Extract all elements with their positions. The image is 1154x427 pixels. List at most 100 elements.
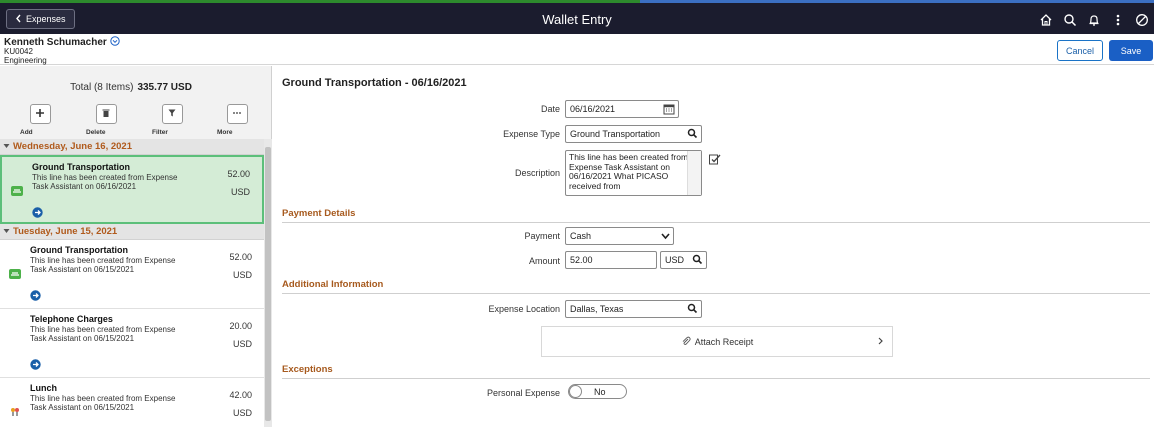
top-banner: Expenses Wallet Entry xyxy=(0,0,1154,34)
search-icon[interactable] xyxy=(1058,9,1082,31)
item-title: Telephone Charges xyxy=(30,314,113,324)
delete-label: Delete xyxy=(86,129,106,136)
attach-receipt-label: Attach Receipt xyxy=(694,336,754,347)
expense-list-panel: Total (8 Items) 335.77 USD Add Delete Fil… xyxy=(0,66,272,427)
home-icon[interactable] xyxy=(1034,9,1058,31)
date-field[interactable]: 06/16/2021 xyxy=(565,100,679,118)
toggle-knob xyxy=(569,385,582,398)
day-header-wednesday[interactable]: Wednesday, June 16, 2021 xyxy=(0,139,264,155)
description-scrollbar[interactable] xyxy=(687,151,701,195)
list-scrollbar[interactable] xyxy=(264,139,272,427)
search-icon[interactable] xyxy=(692,254,703,267)
exceptions-heading: Exceptions xyxy=(282,364,1150,379)
personal-expense-value: No xyxy=(594,387,606,397)
add-button[interactable]: Add xyxy=(20,104,60,136)
item-description: This line has been created from Expense … xyxy=(30,325,176,343)
utensils-icon xyxy=(9,407,21,419)
delete-icon-box xyxy=(95,104,117,124)
list-item[interactable]: Ground Transportation This line has been… xyxy=(0,240,264,309)
more-label: More xyxy=(217,129,233,136)
add-label: Add xyxy=(20,129,33,136)
item-title: Lunch xyxy=(30,383,57,393)
personal-expense-toggle[interactable]: No xyxy=(568,384,627,399)
chevron-right-icon xyxy=(877,336,884,348)
more-button[interactable]: More xyxy=(217,104,257,136)
expense-list: Wednesday, June 16, 2021 Ground Transpor… xyxy=(0,139,264,427)
bell-icon[interactable] xyxy=(1082,9,1106,31)
chevron-down-circle-icon[interactable] xyxy=(110,36,120,49)
expense-location-label: Expense Location xyxy=(488,304,560,314)
filter-icon-box xyxy=(161,104,183,124)
amount-field[interactable]: 52.00 xyxy=(565,251,657,269)
amount-value: 52.00 xyxy=(570,255,593,265)
employee-id: KU0042 xyxy=(4,47,33,56)
total-summary: Total (8 Items) 335.77 USD xyxy=(0,82,262,93)
chevron-down-icon xyxy=(661,232,670,242)
amount-label: Amount xyxy=(528,256,560,266)
total-amount: 335.77 USD xyxy=(137,82,192,93)
item-amount: 52.00 xyxy=(227,169,250,179)
expense-detail-form: Ground Transportation - 06/16/2021 Date … xyxy=(273,66,1154,427)
item-amount: 20.00 xyxy=(229,321,252,331)
filter-icon xyxy=(167,108,177,120)
triangle-down-icon xyxy=(3,141,10,152)
description-textarea[interactable]: This line has been created from Expense … xyxy=(565,150,702,196)
day-header-tuesday[interactable]: Tuesday, June 15, 2021 xyxy=(0,224,264,240)
car-icon xyxy=(9,269,21,281)
header-actions xyxy=(1034,9,1154,31)
filter-button[interactable]: Filter xyxy=(152,104,192,136)
payment-select[interactable]: Cash xyxy=(565,227,674,245)
additional-information-heading: Additional Information xyxy=(282,279,1150,294)
employee-header: Kenneth Schumacher KU0042 Engineering xyxy=(0,34,1154,65)
expense-type-field[interactable]: Ground Transportation xyxy=(565,125,702,143)
plus-icon xyxy=(35,108,45,120)
item-title: Ground Transportation xyxy=(30,245,128,255)
arrow-right-circle-icon xyxy=(32,207,43,220)
day-header-label: Tuesday, June 15, 2021 xyxy=(13,226,118,237)
delete-button[interactable]: Delete xyxy=(86,104,126,136)
search-icon[interactable] xyxy=(687,128,698,141)
payment-value: Cash xyxy=(570,231,592,241)
list-item[interactable]: Ground Transportation This line has been… xyxy=(0,155,264,224)
more-vertical-icon[interactable] xyxy=(1106,9,1130,31)
expense-location-field[interactable]: Dallas, Texas xyxy=(565,300,702,318)
save-button[interactable]: Save xyxy=(1109,40,1153,61)
date-label: Date xyxy=(540,104,560,114)
currency-field[interactable]: USD xyxy=(660,251,707,269)
list-item[interactable]: Telephone Charges This line has been cre… xyxy=(0,309,264,378)
expense-type-label: Expense Type xyxy=(503,129,560,139)
item-currency: USD xyxy=(232,408,252,418)
cancel-button[interactable]: Cancel xyxy=(1057,40,1103,61)
expense-location-value: Dallas, Texas xyxy=(570,304,624,314)
payment-label: Payment xyxy=(524,231,560,241)
scrollbar-thumb[interactable] xyxy=(265,147,271,421)
item-amount: 52.00 xyxy=(229,252,252,262)
search-icon[interactable] xyxy=(687,303,698,316)
navbar-icon[interactable] xyxy=(1130,9,1154,31)
arrow-right-circle-icon xyxy=(30,359,41,372)
currency-value: USD xyxy=(665,255,685,265)
total-label: Total (8 Items) xyxy=(70,82,134,93)
more-icon-box xyxy=(226,104,248,124)
item-amount: 42.00 xyxy=(229,390,252,400)
page-title-banner: Wallet Entry xyxy=(542,12,612,27)
spellcheck-icon[interactable] xyxy=(709,154,721,167)
car-icon xyxy=(11,186,23,198)
day-header-label: Wednesday, June 16, 2021 xyxy=(13,141,132,152)
attach-receipt-row[interactable]: Attach Receipt xyxy=(541,326,893,357)
expense-type-value: Ground Transportation xyxy=(570,129,661,139)
add-icon-box xyxy=(29,104,51,124)
personal-expense-label: Personal Expense xyxy=(486,388,560,398)
item-description: This line has been created from Expense … xyxy=(30,256,176,274)
calendar-icon[interactable] xyxy=(663,103,675,117)
item-currency: USD xyxy=(232,270,252,280)
list-item[interactable]: Lunch This line has been created from Ex… xyxy=(0,378,264,427)
item-currency: USD xyxy=(232,339,252,349)
trash-icon xyxy=(101,108,111,120)
item-currency: USD xyxy=(230,187,250,197)
item-description: This line has been created from Expense … xyxy=(32,173,178,191)
page-title: Ground Transportation - 06/16/2021 xyxy=(282,77,467,89)
item-description: This line has been created from Expense … xyxy=(30,394,176,412)
paperclip-icon xyxy=(681,336,691,348)
date-value: 06/16/2021 xyxy=(570,104,616,114)
